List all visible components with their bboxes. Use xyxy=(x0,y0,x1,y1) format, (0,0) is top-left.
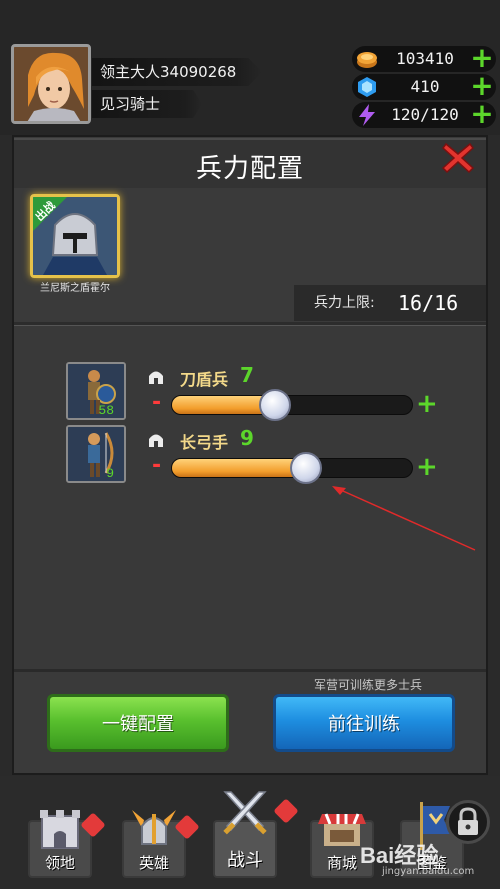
nav-label: 领地 xyxy=(44,854,75,872)
energy-value: 120/120 xyxy=(391,105,459,124)
nav-battle[interactable]: 战斗 xyxy=(205,791,299,880)
unit-card-archer[interactable]: 9 xyxy=(66,425,126,483)
nav-heroes[interactable]: 英雄 xyxy=(114,800,200,880)
unit-assigned-count: 7 xyxy=(240,363,254,387)
lightning-energy-icon xyxy=(359,104,375,126)
gold-coin-icon xyxy=(357,52,377,68)
slider-fill xyxy=(172,459,307,477)
unit-available-count: 58 xyxy=(98,403,114,418)
auto-config-button[interactable]: 一键配置 xyxy=(47,694,229,752)
panel-title: 兵力配置 xyxy=(195,154,304,184)
nav-label: 英雄 xyxy=(138,854,169,872)
nav-territory[interactable]: 领地 xyxy=(20,800,106,880)
unit-slider[interactable] xyxy=(171,389,413,421)
female-knight-portrait-icon xyxy=(14,47,88,121)
gem-value: 410 xyxy=(410,77,440,96)
red-x-close-icon xyxy=(441,142,475,174)
hero-name: 兰尼斯之盾霍尔 xyxy=(40,283,110,294)
padlock-icon xyxy=(458,807,478,835)
lock-button[interactable] xyxy=(446,800,490,844)
longbow-archer-icon xyxy=(68,427,124,481)
unit-name: 长弓手 xyxy=(180,433,229,452)
capacity-value: 16/16 xyxy=(398,291,459,315)
capacity-label: 兵力上限: xyxy=(314,295,375,311)
gold-value: 103410 xyxy=(396,49,454,68)
increase-button[interactable]: + xyxy=(416,452,438,482)
player-rank: 见习骑士 xyxy=(92,90,202,118)
hero-card[interactable]: 出战 xyxy=(30,194,120,278)
blue-gem-icon xyxy=(358,77,376,97)
player-avatar[interactable] xyxy=(11,44,91,124)
watermark-url: jingyan.baidu.com xyxy=(382,866,475,877)
decrease-button[interactable]: - xyxy=(152,453,161,478)
unit-available-count: 9 xyxy=(106,466,114,481)
increase-button[interactable]: + xyxy=(416,389,438,419)
nav-label: 战斗 xyxy=(227,850,263,871)
add-energy-button[interactable]: + xyxy=(470,100,494,128)
unit-slider[interactable] xyxy=(171,452,413,484)
unit-card-shield[interactable]: 58 xyxy=(66,362,126,420)
helmet-icon xyxy=(149,434,163,447)
sword-shield-soldier-icon xyxy=(68,364,124,418)
annotation-arrow xyxy=(332,486,476,551)
slider-knob[interactable] xyxy=(259,389,292,421)
close-button[interactable] xyxy=(440,140,476,176)
go-train-button[interactable]: 前往训练 xyxy=(273,694,455,752)
helmet-icon xyxy=(149,371,163,384)
crossed-swords-icon xyxy=(223,791,267,835)
player-name: 领主大人34090268 xyxy=(92,58,262,86)
troop-capacity: 兵力上限: 16/16 xyxy=(294,285,486,321)
winged-helmet-icon xyxy=(132,810,176,845)
unit-assigned-count: 9 xyxy=(240,426,254,450)
castle-icon xyxy=(40,810,80,849)
unit-name: 刀盾兵 xyxy=(180,370,229,389)
decrease-button[interactable]: - xyxy=(152,390,161,415)
energy-resource: 120/120 + xyxy=(352,100,496,128)
barracks-note: 军营可训练更多士兵 xyxy=(313,678,422,692)
